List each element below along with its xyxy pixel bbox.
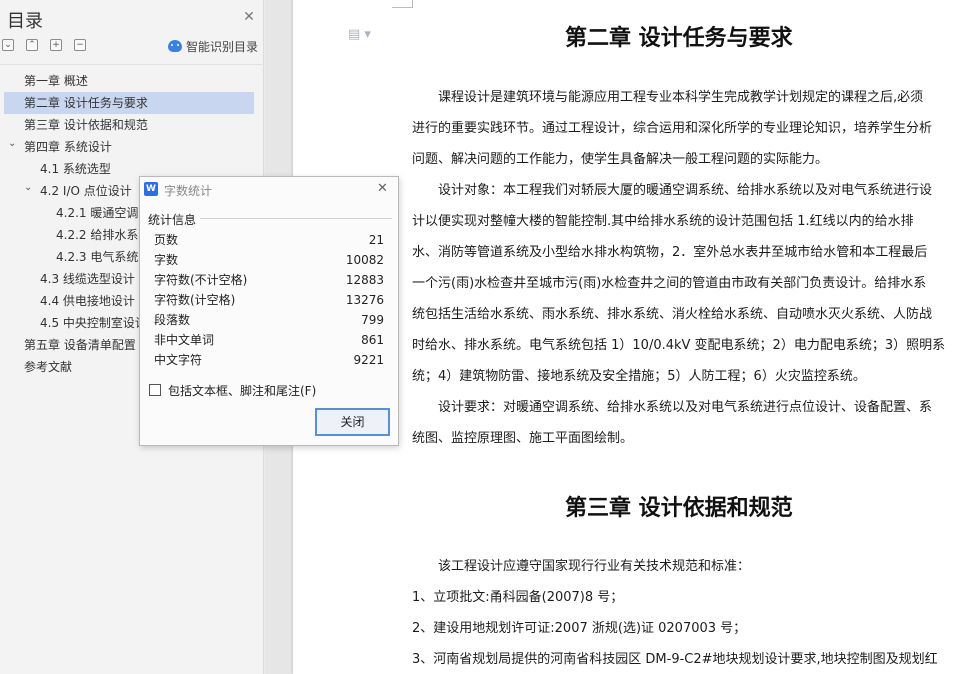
text-line: 统；4）建筑物防雷、接地系统及安全措施；5）人防工程；6）火灾监控系统。 bbox=[412, 369, 866, 384]
toc-item-label: 第一章 概述 bbox=[24, 74, 88, 88]
toc-item-label: 4.2.3 电气系统 bbox=[56, 250, 139, 264]
stat-value: 13276 bbox=[345, 293, 384, 307]
expand-all-icon[interactable]: ⌄ bbox=[2, 39, 14, 51]
toc-item-label: 第五章 设备清单配置 bbox=[24, 338, 136, 352]
chevron-down-icon[interactable]: ⌄ bbox=[24, 180, 32, 199]
wps-logo-icon: W bbox=[144, 182, 158, 196]
stat-label: 页数 bbox=[154, 233, 179, 247]
stat-row: 非中文单词 861 bbox=[154, 330, 384, 350]
toc-item-label: 第四章 系统设计 bbox=[24, 140, 112, 154]
document-icon[interactable]: ▤ ▾ bbox=[348, 27, 371, 42]
stats-section-label: 统计信息 bbox=[148, 213, 197, 227]
divider bbox=[200, 218, 392, 219]
text-line: 该工程设计应遵守国家现行行业有关技术规范和标准： bbox=[412, 559, 751, 574]
checkbox-label[interactable]: 包括文本框、脚注和尾注(F) bbox=[168, 382, 316, 399]
text-line: 设计对象：本工程我们对轿辰大厦的暖通空调系统、给排水系统以及对电气系统进行设 bbox=[412, 183, 933, 198]
stat-row: 中文字符 9221 bbox=[154, 350, 384, 370]
toc-item[interactable]: 第三章 设计依据和规范 bbox=[0, 114, 262, 136]
toc-item-label: 参考文献 bbox=[24, 360, 73, 374]
stat-label: 字符数(不计空格) bbox=[154, 273, 248, 287]
text-line: 3、河南省规划局提供的河南省科技园区 DM-9-C2#地块规划设计要求,地块控制… bbox=[412, 652, 938, 667]
page-corner-mark bbox=[392, 0, 413, 8]
collapse-all-icon[interactable]: ⌃ bbox=[26, 39, 38, 51]
toc-item-label: 4.3 线缆选型设计 bbox=[40, 272, 135, 286]
stat-value: 21 bbox=[368, 233, 384, 247]
stat-label: 中文字符 bbox=[154, 353, 203, 367]
stat-label: 非中文单词 bbox=[154, 333, 215, 347]
dialog-title: 字数统计 bbox=[164, 184, 213, 198]
text-line: 设计要求：对暖通空调系统、给排水系统以及对电气系统进行点位设计、设备配置、系 bbox=[412, 400, 933, 415]
text-line: 1、立项批文:甬科园备(2007)8 号； bbox=[412, 590, 624, 605]
toc-item-label: 4.5 中央控制室设计 bbox=[40, 316, 147, 330]
stat-label: 字数 bbox=[154, 253, 179, 267]
stat-row: 字数 10082 bbox=[154, 250, 384, 270]
toc-item[interactable]: 第二章 设计任务与要求 bbox=[4, 92, 254, 114]
close-icon[interactable]: ✕ bbox=[377, 182, 388, 196]
robot-icon bbox=[168, 40, 182, 52]
smart-recognize-toc-button[interactable]: 智能识别目录 bbox=[168, 38, 258, 55]
stat-label: 段落数 bbox=[154, 313, 191, 327]
include-textbox-footnotes-checkbox[interactable] bbox=[149, 384, 161, 396]
toc-item-label: 4.2.2 给排水系统 bbox=[56, 228, 151, 242]
text-line: 统图、监控原理图、施工平面图绘制。 bbox=[412, 431, 634, 446]
close-icon[interactable]: ✕ bbox=[242, 10, 256, 24]
toc-item-label: 第二章 设计任务与要求 bbox=[24, 96, 148, 110]
toc-item-label: 第三章 设计依据和规范 bbox=[24, 118, 148, 132]
stat-label: 字符数(计空格) bbox=[154, 293, 236, 307]
stat-row: 页数 21 bbox=[154, 230, 384, 250]
stat-value: 12883 bbox=[345, 273, 384, 287]
close-button[interactable]: 关闭 bbox=[315, 408, 390, 436]
word-count-dialog: W 字数统计 ✕ 统计信息 页数 21 字数 10082 字符数(不计空格) 12883 字… bbox=[139, 176, 399, 446]
text-line: 问题、解决问题的工作能力，使学生具备解决一般工程问题的实际能力。 bbox=[412, 152, 829, 167]
stat-row: 字符数(计空格) 13276 bbox=[154, 290, 384, 310]
remove-item-icon[interactable]: − bbox=[74, 39, 86, 51]
toc-item-label: 4.4 供电接地设计 bbox=[40, 294, 135, 308]
add-item-icon[interactable]: + bbox=[50, 39, 62, 51]
toc-item[interactable]: ⌄ 第四章 系统设计 bbox=[0, 136, 262, 158]
stat-value: 799 bbox=[361, 313, 384, 327]
toc-item-label: 4.2 I/O 点位设计 bbox=[40, 184, 132, 198]
chapter-3-heading: 第三章 设计依据和规范 bbox=[565, 495, 793, 521]
text-line: 计以便实现对整幢大楼的智能控制.其中给排水系统的设计范围包括 1.红线以内的给水… bbox=[412, 214, 914, 229]
stat-value: 10082 bbox=[345, 253, 384, 267]
text-line: 水、消防等管道系统及小型给水排水构筑物，2．室外总水表井至城市给水管和本工程最后 bbox=[412, 245, 928, 260]
dialog-titlebar[interactable]: W 字数统计 ✕ bbox=[140, 177, 398, 201]
toc-item-label: 4.1 系统选型 bbox=[40, 162, 111, 176]
stat-row: 段落数 799 bbox=[154, 310, 384, 330]
text-line: 时给水、排水系统。电气系统包括 1）10/0.4kV 变配电系统；2）电力配电系… bbox=[412, 338, 946, 353]
text-line: 统包括生活给水系统、雨水系统、排水系统、消火栓给水系统、自动喷水灭火系统、人防战 bbox=[412, 307, 933, 322]
text-line: 一个污(雨)水检查井至城市污(雨)水检查井之间的管道由市政有关部门负责设计。给排… bbox=[412, 276, 927, 291]
stat-row: 字符数(不计空格) 12883 bbox=[154, 270, 384, 290]
smart-recognize-label: 智能识别目录 bbox=[186, 40, 259, 54]
chevron-down-icon[interactable]: ⌄ bbox=[8, 136, 16, 155]
text-line: 课程设计是建筑环境与能源应用工程专业本科学生完成教学计划规定的课程之后,必须 bbox=[412, 90, 924, 105]
text-line: 进行的重要实践环节。通过工程设计，综合运用和深化所学的专业理论知识，培养学生分析 bbox=[412, 121, 933, 136]
sidebar-title: 目录 bbox=[7, 11, 43, 32]
chapter-2-heading: 第二章 设计任务与要求 bbox=[565, 25, 793, 51]
stat-value: 9221 bbox=[353, 353, 384, 367]
toc-item[interactable]: 第一章 概述 bbox=[0, 70, 262, 92]
text-line: 2、建设用地规划许可证:2007 浙规(选)证 0207003 号； bbox=[412, 621, 747, 636]
stat-value: 861 bbox=[361, 333, 384, 347]
